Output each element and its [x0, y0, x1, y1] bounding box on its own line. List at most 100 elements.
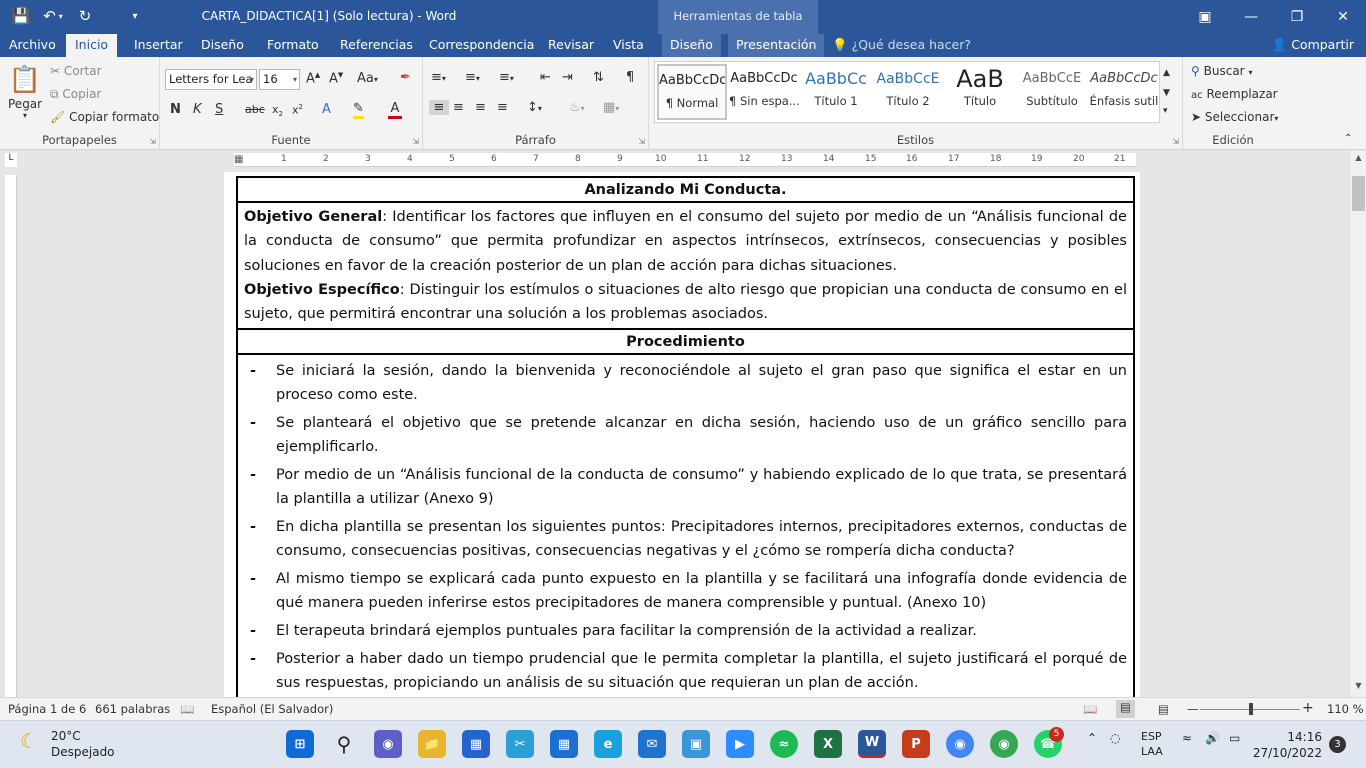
font-size-box[interactable]: 16 ▾	[259, 69, 300, 90]
show-hidden-icons-icon[interactable]: ⌃	[1087, 731, 1097, 745]
replace-button[interactable]: ac Reemplazar	[1191, 87, 1278, 101]
align-right-icon[interactable]: ≡	[475, 100, 486, 115]
superscript-icon[interactable]: x2	[292, 103, 303, 117]
tab-inicio[interactable]: Inicio	[66, 34, 118, 57]
increase-indent-icon[interactable]: ⇥	[562, 70, 573, 85]
ruler-margin-handle[interactable]: ▦	[234, 154, 243, 165]
copy-button[interactable]: ⧉ Copiar	[50, 87, 101, 102]
read-mode-icon[interactable]: 📖	[1083, 702, 1097, 716]
justify-icon[interactable]: ≡	[497, 100, 508, 115]
tab-table-layout[interactable]: Presentación	[728, 34, 825, 57]
zoom-level[interactable]: 110 %	[1327, 702, 1364, 716]
zoom-app-icon[interactable]: ▶	[726, 730, 754, 758]
style-heading-1[interactable]: AaBbCc Título 1	[801, 64, 871, 120]
meet-now-icon[interactable]: ◌	[1110, 731, 1120, 745]
style-heading-2[interactable]: AaBbCcE Título 2	[873, 64, 943, 120]
word-count[interactable]: 661 palabras	[95, 702, 170, 716]
tab-archivo[interactable]: Archivo	[1, 34, 64, 57]
ribbon-display-options-icon[interactable]: ▣	[1182, 0, 1228, 34]
gallery-scroll-down-icon[interactable]: ▼	[1163, 88, 1170, 98]
clear-formatting-icon[interactable]: ✒	[400, 70, 411, 85]
tab-revisar[interactable]: Revisar	[540, 34, 602, 57]
align-center-icon[interactable]: ≡	[453, 100, 464, 115]
style-normal[interactable]: AaBbCcDc ¶ Normal	[657, 64, 727, 120]
volume-icon[interactable]: 🔊	[1205, 731, 1220, 745]
underline-icon[interactable]: S	[215, 102, 223, 117]
objectives-cell[interactable]: Objetivo General: Identificar los factor…	[238, 203, 1133, 331]
scroll-down-icon[interactable]: ▼	[1350, 681, 1366, 695]
paste-button[interactable]: 📋 Pegar ▾	[8, 63, 42, 120]
photos-icon[interactable]: ▣	[682, 730, 710, 758]
multilevel-list-icon[interactable]: ≡▾	[499, 70, 514, 85]
style-subtle-emphasis[interactable]: AaBbCcDc Énfasis sutil	[1089, 64, 1159, 120]
numbering-icon[interactable]: ≡▾	[465, 70, 480, 85]
zoom-in-icon[interactable]: +	[1302, 700, 1314, 716]
procedure-cell[interactable]: - Se iniciará la sesión, dando la bienven…	[238, 355, 1133, 695]
tab-referencias[interactable]: Referencias	[332, 34, 421, 57]
start-icon[interactable]: ⊞	[286, 730, 314, 758]
input-language[interactable]: ESP LAA	[1141, 729, 1163, 759]
store-icon[interactable]: ▦	[462, 730, 490, 758]
borders-icon[interactable]: ▦▾	[603, 100, 619, 115]
subscript-icon[interactable]: x2	[272, 103, 283, 118]
web-layout-icon[interactable]: ▤	[1158, 702, 1169, 716]
grow-font-icon[interactable]: A▲	[306, 71, 320, 86]
spotify-icon[interactable]: ≈	[770, 730, 798, 758]
wifi-icon[interactable]: ≈	[1182, 731, 1192, 745]
show-formatting-icon[interactable]: ¶	[626, 70, 634, 85]
weather-widget[interactable]: ☾ 20°C Despejado	[20, 729, 115, 759]
chat-icon[interactable]: ◉	[374, 730, 402, 758]
vertical-ruler[interactable]	[5, 175, 17, 697]
select-button[interactable]: ➤ Seleccionar▾	[1191, 110, 1278, 124]
powerpoint-icon[interactable]: P	[902, 730, 930, 758]
sort-icon[interactable]: ⇅	[593, 70, 604, 85]
horizontal-ruler[interactable]: ▦ 1 2 3 4 5 6 7 8 9 10 11 12 13 14 15 16…	[234, 153, 1136, 167]
dialog-launcher-icon[interactable]: ⇲	[149, 137, 156, 146]
scroll-up-icon[interactable]: ▲	[1350, 153, 1366, 167]
tab-table-design[interactable]: Diseño	[662, 34, 721, 57]
font-name-box[interactable]: Letters for Lea ▾	[165, 69, 257, 90]
word-icon[interactable]: W	[858, 730, 886, 758]
font-color-icon[interactable]: A	[388, 102, 402, 119]
chrome-icon[interactable]: ◉	[946, 730, 974, 758]
zoom-slider-handle[interactable]	[1249, 703, 1253, 715]
style-title[interactable]: AaB Título	[945, 64, 1015, 120]
vertical-scrollbar[interactable]: ▲ ▼	[1349, 151, 1366, 697]
tab-correspondencia[interactable]: Correspondencia	[421, 34, 542, 57]
change-case-icon[interactable]: Aa▾	[357, 71, 378, 86]
collapse-ribbon-icon[interactable]: ⌃	[1344, 133, 1352, 144]
align-left-icon[interactable]: ≡	[429, 100, 449, 115]
search-icon[interactable]: ⚲	[330, 730, 358, 758]
table-title[interactable]: Analizando Mi Conducta.	[238, 178, 1133, 203]
decrease-indent-icon[interactable]: ⇤	[540, 70, 551, 85]
excel-icon[interactable]: X	[814, 730, 842, 758]
close-button[interactable]: ✕	[1320, 0, 1366, 34]
style-no-spacing[interactable]: AaBbCcDc ¶ Sin espa...	[729, 64, 799, 120]
file-explorer-icon[interactable]: 📁	[418, 730, 446, 758]
mail-icon[interactable]: ✉	[638, 730, 666, 758]
bullets-icon[interactable]: ≡▾	[431, 70, 446, 85]
format-painter-button[interactable]: 🖌 Copiar formato	[50, 110, 159, 124]
notification-badge[interactable]: 3	[1329, 736, 1346, 753]
cut-button[interactable]: ✂ Cortar	[50, 64, 102, 78]
zoom-out-icon[interactable]: —	[1187, 702, 1199, 716]
tab-selector-icon[interactable]: L	[5, 153, 17, 167]
text-effects-icon[interactable]: A	[322, 102, 331, 117]
tab-vista[interactable]: Vista	[605, 34, 652, 57]
shading-icon[interactable]: ♨▾	[569, 100, 585, 115]
battery-icon[interactable]: ▭	[1229, 731, 1240, 745]
gallery-more-icon[interactable]: ▾	[1163, 106, 1168, 116]
document-page[interactable]: Analizando Mi Conducta. Objetivo General…	[224, 172, 1140, 697]
tab-formato[interactable]: Formato	[259, 34, 327, 57]
bold-icon[interactable]: N	[170, 102, 181, 117]
scrollbar-thumb[interactable]	[1352, 176, 1365, 211]
gallery-scroll-up-icon[interactable]: ▲	[1163, 68, 1170, 78]
tab-insertar[interactable]: Insertar	[126, 34, 191, 57]
language-indicator[interactable]: Español (El Salvador)	[211, 702, 333, 716]
share-button[interactable]: 👤 Compartir	[1272, 37, 1354, 53]
procedure-heading[interactable]: Procedimiento	[238, 330, 1133, 356]
minimize-button[interactable]: —	[1228, 0, 1274, 34]
chrome-profile-icon[interactable]: ◉	[990, 730, 1018, 758]
find-button[interactable]: ⚲ Buscar ▾	[1191, 64, 1252, 78]
tab-diseno[interactable]: Diseño	[193, 34, 252, 57]
